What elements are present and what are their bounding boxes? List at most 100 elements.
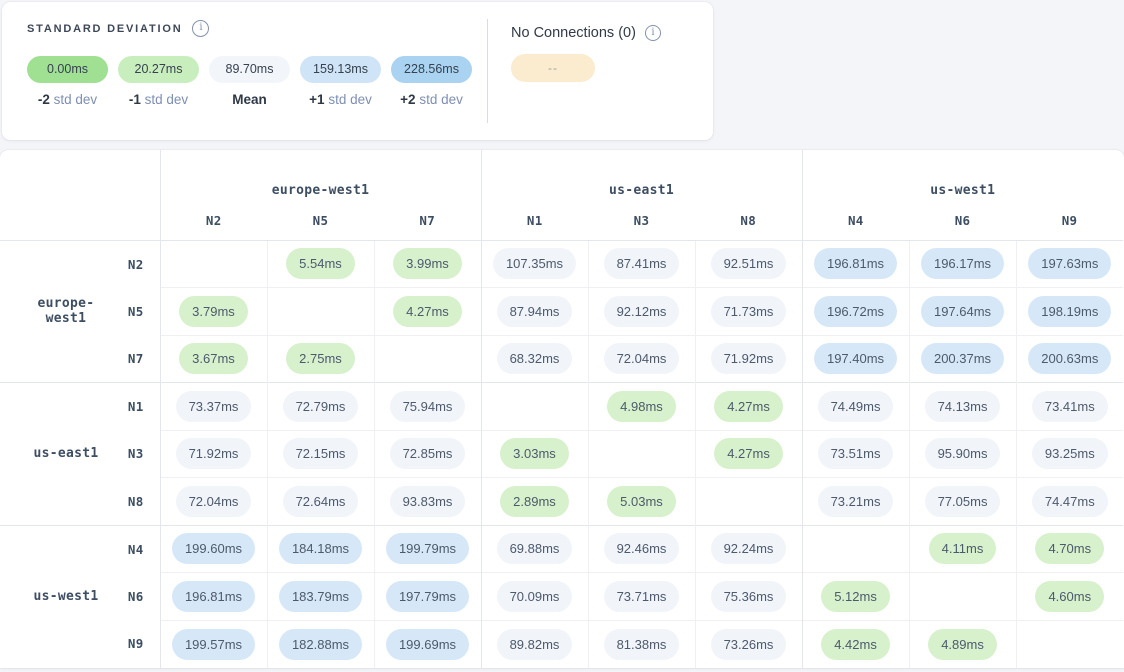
latency-pill[interactable]: 197.64ms xyxy=(921,296,1004,327)
latency-pill[interactable]: 4.11ms xyxy=(929,533,997,564)
latency-pill[interactable]: 199.57ms xyxy=(172,629,255,660)
latency-pill[interactable]: 72.15ms xyxy=(283,438,359,469)
latency-cell xyxy=(588,430,695,478)
latency-pill[interactable]: 4.27ms xyxy=(714,438,783,469)
latency-cell: 87.41ms xyxy=(588,240,695,288)
latency-pill[interactable]: 75.94ms xyxy=(390,391,466,422)
info-icon[interactable]: i xyxy=(645,25,661,41)
latency-pill[interactable]: 199.69ms xyxy=(386,629,469,660)
table-row: N73.67ms2.75ms68.32ms72.04ms71.92ms197.4… xyxy=(0,335,1123,383)
latency-pill[interactable]: 197.79ms xyxy=(386,581,469,612)
latency-pill[interactable]: 89.82ms xyxy=(497,629,573,660)
latency-pill[interactable]: 197.40ms xyxy=(814,343,897,374)
latency-pill[interactable]: 74.13ms xyxy=(925,391,1001,422)
latency-pill[interactable]: 4.60ms xyxy=(1035,581,1104,612)
latency-pill[interactable]: 87.41ms xyxy=(604,248,680,279)
latency-pill[interactable]: 71.92ms xyxy=(176,438,252,469)
latency-pill[interactable]: 3.03ms xyxy=(500,438,569,469)
latency-pill[interactable]: 72.79ms xyxy=(283,391,359,422)
latency-pill[interactable]: 3.67ms xyxy=(179,343,248,374)
latency-pill[interactable]: 107.35ms xyxy=(493,248,576,279)
latency-pill[interactable]: 72.04ms xyxy=(176,486,252,517)
latency-pill[interactable]: 71.73ms xyxy=(711,296,787,327)
latency-cell: 182.88ms xyxy=(267,620,374,668)
latency-pill[interactable]: 73.51ms xyxy=(818,438,894,469)
latency-pill[interactable]: 81.38ms xyxy=(604,629,680,660)
latency-pill[interactable]: 72.64ms xyxy=(283,486,359,517)
table-row: us-west1N4199.60ms184.18ms199.79ms69.88m… xyxy=(0,525,1123,573)
latency-pill[interactable]: 72.04ms xyxy=(604,343,680,374)
latency-pill[interactable]: 3.99ms xyxy=(393,248,462,279)
latency-pill[interactable]: 196.81ms xyxy=(172,581,255,612)
info-icon[interactable]: i xyxy=(192,20,209,37)
latency-pill[interactable]: 2.75ms xyxy=(286,343,355,374)
latency-pill[interactable]: 4.27ms xyxy=(714,391,783,422)
latency-cell: 197.79ms xyxy=(374,573,481,621)
latency-pill[interactable]: 87.94ms xyxy=(497,296,573,327)
latency-cell: 93.83ms xyxy=(374,478,481,526)
latency-cell: 73.26ms xyxy=(695,620,802,668)
table-row: N6196.81ms183.79ms197.79ms70.09ms73.71ms… xyxy=(0,573,1123,621)
latency-cell: 73.21ms xyxy=(802,478,909,526)
latency-pill[interactable]: 198.19ms xyxy=(1028,296,1111,327)
latency-pill[interactable]: 2.89ms xyxy=(500,486,569,517)
latency-pill[interactable]: 4.98ms xyxy=(607,391,676,422)
latency-pill[interactable]: 182.88ms xyxy=(279,629,362,660)
latency-pill[interactable]: 4.70ms xyxy=(1035,533,1104,564)
latency-pill[interactable]: 197.63ms xyxy=(1028,248,1111,279)
latency-pill[interactable]: 77.05ms xyxy=(925,486,1001,517)
latency-pill[interactable]: 5.12ms xyxy=(821,581,890,612)
latency-pill[interactable]: 200.37ms xyxy=(921,343,1004,374)
latency-pill[interactable]: 196.81ms xyxy=(814,248,897,279)
latency-pill[interactable]: 93.25ms xyxy=(1032,438,1108,469)
latency-pill[interactable]: 183.79ms xyxy=(279,581,362,612)
latency-pill[interactable]: 4.42ms xyxy=(821,629,890,660)
latency-pill[interactable]: 72.85ms xyxy=(390,438,466,469)
legend-scale-text: std dev xyxy=(50,92,97,107)
latency-pill[interactable]: 73.37ms xyxy=(176,391,252,422)
latency-pill[interactable]: 74.47ms xyxy=(1032,486,1108,517)
latency-pill[interactable]: 95.90ms xyxy=(925,438,1001,469)
latency-pill[interactable]: 93.83ms xyxy=(390,486,466,517)
latency-pill[interactable]: 75.36ms xyxy=(711,581,787,612)
latency-cell: 75.94ms xyxy=(374,383,481,431)
latency-pill[interactable]: 5.03ms xyxy=(607,486,676,517)
legend-scale-text: std dev xyxy=(141,92,188,107)
latency-pill[interactable]: 196.72ms xyxy=(814,296,897,327)
latency-cell xyxy=(481,383,588,431)
latency-cell: 5.54ms xyxy=(267,240,374,288)
latency-pill[interactable]: 92.51ms xyxy=(711,248,787,279)
latency-cell: 196.17ms xyxy=(909,240,1016,288)
latency-cell xyxy=(267,288,374,336)
no-connections-section: No Connections (0) i -- xyxy=(511,25,661,82)
latency-pill[interactable]: 4.27ms xyxy=(393,296,462,327)
latency-pill[interactable]: 200.63ms xyxy=(1028,343,1111,374)
column-node-label: N9 xyxy=(1016,202,1123,240)
latency-pill[interactable]: 92.46ms xyxy=(604,533,680,564)
legend-scale-text: std dev xyxy=(416,92,463,107)
latency-cell: 73.51ms xyxy=(802,430,909,478)
latency-pill[interactable]: 3.79ms xyxy=(179,296,248,327)
latency-pill[interactable]: 196.17ms xyxy=(921,248,1004,279)
latency-pill[interactable]: 199.79ms xyxy=(386,533,469,564)
latency-pill[interactable]: 92.24ms xyxy=(711,533,787,564)
latency-pill[interactable]: 73.41ms xyxy=(1032,391,1108,422)
latency-pill[interactable]: 184.18ms xyxy=(279,533,362,564)
legend-title: STANDARD DEVIATION xyxy=(27,23,182,35)
latency-cell: 72.64ms xyxy=(267,478,374,526)
latency-pill[interactable]: 4.89ms xyxy=(928,629,997,660)
latency-pill[interactable]: 70.09ms xyxy=(497,581,573,612)
latency-pill[interactable]: 92.12ms xyxy=(604,296,680,327)
latency-pill[interactable]: 71.92ms xyxy=(711,343,787,374)
latency-cell: 72.15ms xyxy=(267,430,374,478)
latency-pill[interactable]: 73.21ms xyxy=(818,486,894,517)
latency-pill[interactable]: 69.88ms xyxy=(497,533,573,564)
column-node-label: N7 xyxy=(374,202,481,240)
latency-pill[interactable]: 73.71ms xyxy=(604,581,680,612)
latency-pill[interactable]: 5.54ms xyxy=(286,248,355,279)
latency-pill[interactable]: 68.32ms xyxy=(497,343,573,374)
latency-pill[interactable]: 74.49ms xyxy=(818,391,894,422)
latency-pill[interactable]: 199.60ms xyxy=(172,533,255,564)
latency-cell: 74.13ms xyxy=(909,383,1016,431)
latency-pill[interactable]: 73.26ms xyxy=(711,629,787,660)
